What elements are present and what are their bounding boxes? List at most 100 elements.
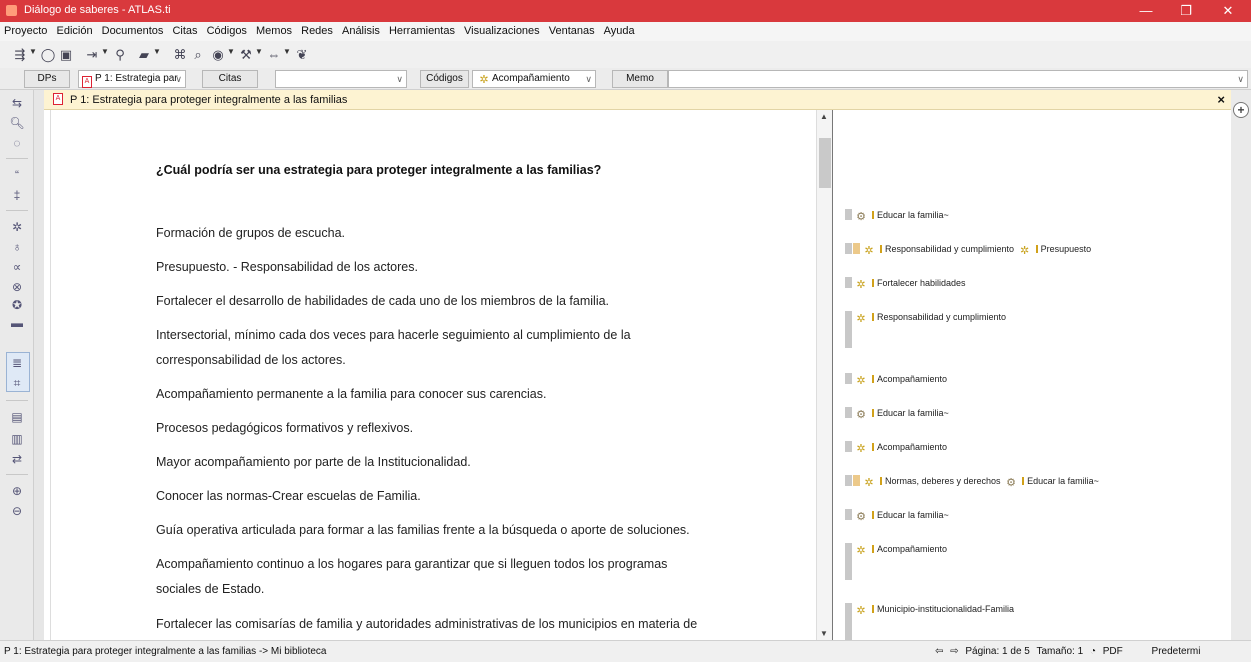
query-tool-icon[interactable]: ⌘ [172, 47, 188, 63]
paragraph-4: Intersectorial, mínimo cada dos veces pa… [156, 328, 631, 367]
quote-icon[interactable]: “ [8, 168, 26, 182]
code-family-icon: ⚙ [1006, 477, 1017, 489]
paragraph-8: Conocer las normas-Crear escuelas de Fam… [156, 489, 421, 503]
code-row-3[interactable]: ✲ Fortalecer habilidades [845, 276, 966, 291]
export-dropdown-icon[interactable]: ▼ [227, 47, 235, 56]
navigate-icon[interactable]: ⇔ [266, 47, 282, 63]
zoom-globe-icon[interactable]: ◔ [1090, 646, 1096, 657]
add-document-icon[interactable]: ⇥ [84, 47, 100, 63]
document-scrollbar[interactable]: ▲ ▼ [816, 110, 832, 640]
status-path: P 1: Estrategia para proteger integralme… [4, 646, 327, 657]
scrollbar-thumb[interactable] [819, 138, 831, 188]
pdf-document-icon: A [82, 76, 92, 88]
code-row-1[interactable]: ⚙ Educar la familia~ [845, 208, 949, 223]
margin-toggle-icon[interactable]: ⇆ [8, 96, 26, 110]
code-row-5[interactable]: ✲ Acompañamiento [845, 372, 947, 387]
link-memo-icon[interactable]: ⇄ [8, 452, 26, 466]
menu-proyecto[interactable]: Proyecto [0, 22, 50, 37]
menu-memos[interactable]: Memos [253, 22, 295, 37]
scroll-up-icon[interactable]: ▲ [820, 112, 828, 121]
codigos-button[interactable]: Códigos [420, 70, 469, 88]
citas-button[interactable]: Citas [202, 70, 258, 88]
menu-analisis[interactable]: Análisis [339, 22, 383, 37]
scroll-down-icon[interactable]: ▼ [820, 629, 828, 638]
menu-documentos[interactable]: Documentos [99, 22, 167, 37]
menu-redes[interactable]: Redes [298, 22, 336, 37]
menu-visualizaciones[interactable]: Visualizaciones [461, 22, 543, 37]
left-vertical-toolbar: ⇆ 🔍︎ ◌ “ ‡ ✲ ♁ ∝ ⊗ ✪ ▬ ≣ ⌗ ▤ ▥ ⇄ ⊕ ⊖ [0, 90, 34, 640]
minimize-button[interactable]: — [1131, 2, 1161, 20]
code-row-10[interactable]: ✲ Acompañamiento [845, 542, 947, 557]
menu-edicion[interactable]: Edición [53, 22, 95, 37]
code-row-11[interactable]: ✲ Municipio-institucionalidad-Familia [845, 602, 1014, 617]
code-open-icon[interactable]: ✲ [8, 220, 26, 234]
next-page-icon[interactable]: ⇨ [950, 646, 958, 657]
code-invivo-icon[interactable]: ∝ [8, 260, 26, 274]
code-icon: ✲ [856, 605, 866, 617]
code-row-9[interactable]: ⚙ Educar la familia~ [845, 508, 949, 523]
export-icon[interactable]: ◉ [210, 47, 226, 63]
format-icon[interactable]: ⌗ [8, 376, 26, 390]
tools-icon[interactable]: ⚒ [238, 47, 254, 63]
tools-dropdown-icon[interactable]: ▼ [255, 47, 263, 56]
code-row-2[interactable]: ✲ Responsabilidad y cumplimiento ✲ Presupu… [845, 242, 1091, 257]
help-icon[interactable]: ❦ [294, 47, 310, 63]
unlink-code-icon[interactable]: ▬ [8, 316, 26, 330]
code-link-icon[interactable]: ⊗ [8, 280, 26, 294]
size-indicator: Tamaño: 1 [1036, 646, 1084, 657]
menu-citas[interactable]: Citas [169, 22, 200, 37]
navigate-dropdown-icon[interactable]: ▼ [283, 47, 291, 56]
paragraph-11: Fortalecer las comisarías de familia y a… [156, 617, 698, 631]
close-document-button[interactable]: × [1217, 92, 1225, 107]
menu-ventanas[interactable]: Ventanas [546, 22, 598, 37]
dps-button[interactable]: DPs [24, 70, 70, 88]
quote-list-icon[interactable]: ‡ [8, 188, 26, 202]
open-folder-icon[interactable]: ▰ [136, 47, 152, 63]
codigos-select[interactable]: ✲ Acompañamiento ∨ [472, 70, 596, 88]
paragraph-10: Acompañamiento continuo a los hogares pa… [156, 557, 668, 596]
zoom-out-icon[interactable]: ⊖ [8, 504, 26, 518]
document-select[interactable]: AP 1: Estrategia par ∨ [78, 70, 186, 88]
add-document-dropdown-icon[interactable]: ▼ [101, 47, 109, 56]
memo-icon[interactable]: ▤ [8, 410, 26, 424]
menu-ayuda[interactable]: Ayuda [601, 22, 638, 37]
citas-select[interactable]: ∨ [275, 70, 407, 88]
line-numbers-icon[interactable]: ≣ [8, 356, 26, 370]
maximize-button[interactable]: ❐ [1171, 2, 1201, 20]
document-text-pane[interactable]: ¿Cuál podría ser una estrategia para pro… [50, 110, 810, 640]
code-row-7[interactable]: ✲ Acompañamiento [845, 440, 947, 455]
code-label: Acompañamiento [877, 374, 948, 384]
code-row-4[interactable]: ✲ Responsabilidad y cumplimiento [845, 310, 1006, 325]
memo-list-icon[interactable]: ▥ [8, 432, 26, 446]
memo-select[interactable]: ∨ [668, 70, 1248, 88]
code-label: Educar la familia~ [877, 210, 949, 220]
save-icon[interactable]: ▣ [58, 47, 74, 63]
search-icon[interactable]: 🔍︎ [8, 116, 26, 130]
binoculars-icon[interactable]: ⚲ [112, 47, 128, 63]
code-row-8[interactable]: ✲ Normas, deberes y derechos ⚙ Educar la f… [845, 474, 1099, 489]
code-family-icon: ⚙ [856, 211, 866, 223]
comment-bubble-icon[interactable]: ◌ [8, 136, 26, 150]
chevron-down-icon: ∨ [396, 74, 403, 84]
network-icon[interactable]: ⇶ [12, 47, 28, 63]
menu-codigos[interactable]: Códigos [204, 22, 250, 37]
search-codes-icon[interactable]: ⌕ [190, 47, 206, 63]
prev-page-icon[interactable]: ⇦ [935, 646, 943, 657]
code-quick-icon[interactable]: ✪ [8, 298, 26, 312]
network-dropdown-icon[interactable]: ▼ [29, 47, 37, 56]
code-label: Acompañamiento [877, 442, 948, 452]
open-folder-dropdown-icon[interactable]: ▼ [153, 47, 161, 56]
window-titlebar: Diálogo de saberes - ATLAS.ti — ❐ ✕ [0, 0, 1251, 22]
add-panel-icon[interactable]: + [1233, 102, 1249, 118]
memo-button[interactable]: Memo [612, 70, 668, 88]
code-row-6[interactable]: ⚙ Educar la familia~ [845, 406, 949, 421]
menu-herramientas[interactable]: Herramientas [386, 22, 458, 37]
object-selector-bar: DPs AP 1: Estrategia par ∨ Citas ∨ Códig… [0, 68, 1251, 90]
status-bar: P 1: Estrategia para proteger integralme… [0, 640, 1251, 662]
zoom-in-icon[interactable]: ⊕ [8, 484, 26, 498]
comment-icon[interactable]: ◯ [40, 47, 56, 63]
code-list-icon[interactable]: ♁ [8, 240, 26, 254]
panel-splitter[interactable] [34, 90, 44, 640]
close-window-button[interactable]: ✕ [1213, 2, 1243, 20]
code-margin-area[interactable]: ⚙ Educar la familia~ ✲ Responsabilidad y c… [837, 110, 1231, 640]
